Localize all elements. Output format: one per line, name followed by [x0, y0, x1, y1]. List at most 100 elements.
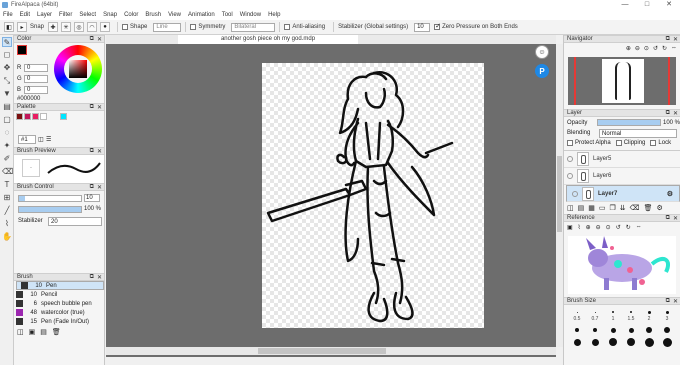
panel-close-icon[interactable]: ✕ — [673, 298, 678, 305]
reference-rotate-left-icon[interactable]: ↺ — [616, 224, 621, 231]
panel-close-icon[interactable]: ✕ — [673, 36, 678, 43]
zoom-in-icon[interactable]: ⊕ — [626, 45, 631, 52]
transform-tool-icon[interactable]: ⤡ — [2, 76, 12, 86]
palette-select[interactable]: #1 — [18, 135, 36, 144]
snap-ellipse-icon[interactable]: ● — [100, 22, 111, 32]
eyedropper-tool-icon[interactable]: ⌇ — [2, 219, 12, 229]
brush-opacity-slider[interactable] — [18, 206, 82, 213]
layer-visibility-icon[interactable] — [572, 190, 578, 197]
brush-size-option[interactable] — [658, 326, 676, 334]
brush-size-input[interactable]: 10 — [84, 194, 100, 202]
panel-float-icon[interactable]: ⧉ — [666, 298, 670, 305]
layer-row[interactable]: Layer7 ⚙ — [566, 185, 680, 202]
menu-select[interactable]: Select — [79, 12, 96, 18]
menu-layer[interactable]: Layer — [37, 12, 52, 18]
reference-image[interactable] — [568, 236, 676, 294]
add-layer-icon[interactable]: ◫ — [567, 204, 574, 212]
panel-close-icon[interactable]: ✕ — [97, 36, 102, 43]
palette-menu-icon[interactable]: ☰ — [46, 136, 51, 143]
antialias-checkbox[interactable] — [284, 24, 291, 30]
brush-size-option[interactable] — [568, 338, 586, 346]
merge-layer-icon[interactable]: ⇊ — [620, 204, 626, 212]
brush-item[interactable]: 48 watercolor (true) — [14, 308, 104, 317]
brush-size-option[interactable]: 3 — [658, 308, 676, 322]
menu-edit[interactable]: Edit — [20, 12, 30, 18]
palette-swatch[interactable] — [16, 113, 23, 120]
panel-float-icon[interactable]: ⧉ — [666, 110, 670, 117]
layer-row[interactable]: Layer5 — [564, 151, 680, 168]
text-tool-icon[interactable]: T — [2, 180, 12, 190]
layer-opacity-slider[interactable] — [597, 119, 661, 126]
layer-visibility-icon[interactable] — [567, 173, 573, 179]
layer-visibility-icon[interactable] — [567, 156, 573, 162]
magic-wand-tool-icon[interactable]: ✦ — [2, 141, 12, 151]
canvas-document[interactable] — [262, 63, 484, 328]
menu-animation[interactable]: Animation — [188, 12, 215, 18]
lasso-tool-icon[interactable]: ◌ — [2, 128, 12, 138]
duplicate-brush-icon[interactable]: ▤ — [40, 328, 47, 336]
brush-item[interactable]: 10 Pencil — [14, 290, 104, 299]
snap-radial-icon[interactable]: ◎ — [74, 22, 85, 32]
minimize-button[interactable]: — — [614, 0, 636, 10]
user-avatar-icon[interactable]: ☺ — [535, 45, 549, 59]
g-input[interactable]: 0 — [24, 75, 48, 83]
operation-tool-icon[interactable]: ⊞ — [2, 193, 12, 203]
rotate-right-icon[interactable]: ↻ — [662, 45, 667, 52]
horizontal-scroll-thumb[interactable] — [258, 348, 386, 354]
panel-close-icon[interactable]: ✕ — [97, 184, 102, 191]
foreground-color-swatch[interactable] — [17, 45, 27, 55]
delete-brush-icon[interactable]: 🗑 — [52, 328, 61, 336]
palette-swatch[interactable] — [40, 113, 47, 120]
blending-select[interactable]: Normal — [599, 129, 677, 138]
brush-size-option[interactable] — [568, 326, 586, 334]
panel-float-icon[interactable]: ⧉ — [90, 104, 94, 111]
add-brush-icon[interactable]: ◫ — [17, 328, 24, 336]
zero-pressure-checkbox[interactable] — [434, 22, 441, 30]
stabilizer-select[interactable]: 10 — [414, 22, 431, 32]
divide-tool-icon[interactable]: ╱ — [2, 206, 12, 216]
brush-size-option[interactable] — [586, 338, 604, 346]
reference-zoom-out-icon[interactable]: ⊖ — [596, 224, 601, 231]
add-8bit-layer-icon[interactable]: ▤ — [578, 204, 585, 212]
brush-size-option[interactable] — [586, 326, 604, 334]
navigator-preview[interactable] — [568, 57, 676, 105]
duplicate-layer-icon[interactable]: ❐ — [610, 204, 616, 212]
brush-size-option[interactable] — [658, 337, 676, 347]
document-tab[interactable]: another gosh piece oh my god.mdp — [178, 35, 358, 44]
brush-size-option[interactable] — [604, 326, 622, 334]
select-pen-tool-icon[interactable]: ✐ — [2, 154, 12, 164]
panel-float-icon[interactable]: ⧉ — [90, 274, 94, 281]
menu-color[interactable]: Color — [124, 12, 138, 18]
palette-swatch[interactable] — [24, 113, 31, 120]
r-input[interactable]: 0 — [24, 64, 48, 72]
snap-vanishing-icon[interactable]: ✳ — [61, 22, 72, 32]
reference-rotate-right-icon[interactable]: ↻ — [626, 224, 631, 231]
panel-float-icon[interactable]: ⧉ — [90, 148, 94, 155]
snap-off-icon[interactable]: ◧ — [4, 22, 14, 32]
pixiv-icon[interactable]: P — [535, 64, 549, 78]
brush-size-option[interactable]: 2 — [640, 308, 658, 322]
menu-brush[interactable]: Brush — [145, 12, 161, 18]
clipping-checkbox[interactable] — [615, 140, 622, 146]
brush-item[interactable]: 10 Pen — [16, 281, 104, 290]
reference-flip-icon[interactable]: ⇔ — [636, 224, 642, 231]
layer-properties-icon[interactable]: ⚙ — [656, 204, 662, 212]
close-button[interactable]: ✕ — [658, 0, 680, 10]
brush-item[interactable]: 6 speech bubble pen — [14, 299, 104, 308]
brush-size-option[interactable]: 0.5 — [568, 308, 586, 322]
gradient-tool-icon[interactable]: ▤ — [2, 102, 12, 112]
layer-settings-icon[interactable]: ⚙ — [667, 190, 673, 198]
select-eraser-tool-icon[interactable]: ⌫ — [2, 167, 13, 177]
menu-file[interactable]: File — [3, 12, 13, 18]
zoom-out-icon[interactable]: ⊖ — [635, 45, 640, 52]
pen-tool-icon[interactable]: ✎ — [2, 37, 12, 47]
brush-size-option[interactable] — [622, 338, 640, 346]
protect-alpha-checkbox[interactable] — [567, 140, 573, 146]
snap-curve-icon[interactable]: ◠ — [87, 22, 98, 32]
maximize-button[interactable]: □ — [636, 0, 658, 10]
horizontal-scrollbar[interactable] — [106, 347, 556, 355]
menu-filter[interactable]: Filter — [59, 12, 72, 18]
menu-help[interactable]: Help — [268, 12, 280, 18]
snap-cross-icon[interactable]: ✚ — [48, 22, 59, 32]
panel-close-icon[interactable]: ✕ — [97, 104, 102, 111]
